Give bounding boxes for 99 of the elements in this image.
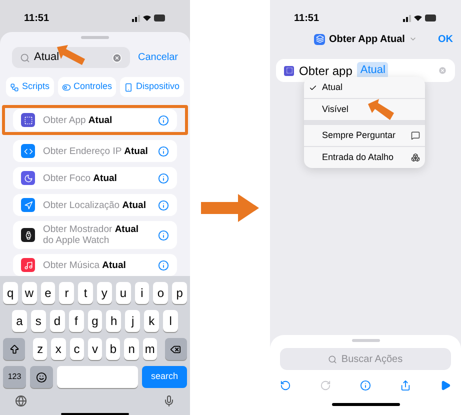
- keyboard-key[interactable]: m: [142, 338, 157, 360]
- action-icon: [21, 113, 35, 127]
- app-icon: [284, 66, 294, 76]
- keyboard-key[interactable]: u: [116, 282, 131, 304]
- status-time: 11:51: [294, 12, 320, 26]
- search-field[interactable]: Atual: [12, 47, 130, 68]
- info-icon[interactable]: [158, 172, 169, 184]
- keyboard-key[interactable]: r: [59, 282, 74, 304]
- check-icon: [309, 84, 317, 92]
- numbers-key[interactable]: 123: [3, 366, 26, 388]
- chip-icon: [62, 82, 71, 92]
- step-arrow: [200, 192, 260, 222]
- action-row[interactable]: Obter Música Atual: [13, 254, 177, 276]
- keyboard-key[interactable]: j: [125, 310, 140, 332]
- action-title: Obter Música Atual: [43, 260, 127, 270]
- action-row[interactable]: Obter Mostrador Atual do Apple Watch: [13, 221, 177, 249]
- status-icons: [403, 14, 437, 22]
- action-title: Obter Localização Atual: [43, 200, 147, 210]
- action-row[interactable]: Obter Endereço IP Atual: [13, 140, 177, 162]
- shift-key[interactable]: [3, 338, 25, 360]
- keyboard-key[interactable]: o: [153, 282, 168, 304]
- home-indicator: [332, 403, 400, 406]
- category-chip[interactable]: Controles: [58, 77, 116, 97]
- menu-item[interactable]: Sempre Perguntar: [304, 125, 425, 146]
- keyboard-key[interactable]: s: [30, 310, 46, 332]
- menu-item[interactable]: Visível: [304, 99, 425, 120]
- shortcut-icon: [314, 34, 326, 44]
- keyboard-key[interactable]: z: [33, 338, 48, 360]
- home-indicator: [61, 413, 129, 415]
- smiley-icon: [36, 372, 47, 382]
- action-row[interactable]: Obter Localização Atual: [13, 194, 177, 216]
- info-icon: [360, 380, 371, 391]
- delete-key[interactable]: [164, 338, 187, 360]
- keyboard-key[interactable]: w: [22, 282, 37, 304]
- keyboard-key[interactable]: f: [68, 310, 84, 332]
- keyboard-key[interactable]: x: [51, 338, 66, 360]
- category-chip[interactable]: Dispositivo: [120, 77, 184, 97]
- info-icon[interactable]: [158, 114, 169, 126]
- action-title: Obter Mostrador Atual do Apple Watch: [43, 224, 140, 246]
- status-icons: [132, 14, 166, 22]
- speech-bubble-icon: [411, 131, 420, 140]
- run-button[interactable]: [440, 380, 451, 391]
- search-text: Atual: [34, 50, 60, 66]
- action-row[interactable]: Obter App Atual: [13, 109, 177, 131]
- action-icon: [21, 198, 35, 212]
- keyboard-key[interactable]: b: [106, 338, 120, 360]
- action-title: Obter App Atual: [43, 114, 114, 126]
- action-title: Obter Endereço IP Atual: [43, 146, 149, 156]
- status-time: 11:51: [24, 12, 50, 26]
- category-chip[interactable]: Scripts: [6, 77, 54, 97]
- info-button[interactable]: [360, 380, 371, 391]
- stack-icon: [411, 153, 420, 162]
- action-icon: [21, 171, 35, 185]
- keyboard-key[interactable]: g: [88, 310, 102, 332]
- share-icon: [400, 380, 411, 391]
- action-title: Obter Foco Atual: [43, 172, 118, 184]
- keyboard-key[interactable]: n: [124, 338, 139, 360]
- menu-item[interactable]: Entrada do Atalho: [304, 147, 425, 168]
- keyboard-key[interactable]: l: [163, 310, 178, 332]
- globe-icon[interactable]: [15, 395, 27, 407]
- info-icon[interactable]: [158, 146, 169, 156]
- keyboard-key[interactable]: t: [78, 282, 93, 304]
- share-button[interactable]: [400, 380, 411, 391]
- run-icon: [440, 380, 451, 391]
- info-icon[interactable]: [158, 230, 169, 240]
- clear-icon[interactable]: [112, 52, 122, 62]
- info-icon[interactable]: [158, 260, 169, 270]
- action-label: Obter app: [299, 62, 352, 80]
- shortcut-title[interactable]: Obter App Atual: [314, 32, 417, 46]
- keyboard-key[interactable]: k: [144, 310, 160, 332]
- chevron-icon: [408, 35, 417, 43]
- backspace-icon: [170, 344, 182, 354]
- keyboard-key[interactable]: c: [70, 338, 84, 360]
- info-icon[interactable]: [158, 200, 169, 210]
- pointer-arrow: [367, 98, 395, 122]
- redo-icon: [320, 380, 331, 391]
- keyboard-key[interactable]: p: [172, 282, 187, 304]
- chip-icon: [10, 82, 19, 92]
- undo-icon: [280, 380, 291, 391]
- emoji-key[interactable]: [30, 366, 53, 388]
- chip-icon: [124, 82, 134, 92]
- action-icon: [21, 258, 35, 272]
- undo-button[interactable]: [280, 380, 291, 391]
- search-key[interactable]: search: [142, 366, 187, 388]
- shift-icon: [8, 344, 20, 354]
- search-icon: [328, 354, 338, 364]
- keyboard-key[interactable]: h: [106, 310, 122, 332]
- keyboard-key[interactable]: a: [12, 310, 27, 332]
- keyboard-key[interactable]: d: [50, 310, 65, 332]
- keyboard-key[interactable]: v: [88, 338, 102, 360]
- microphone-icon[interactable]: [163, 395, 175, 407]
- keyboard-key[interactable]: y: [96, 282, 112, 304]
- keyboard-key[interactable]: q: [3, 282, 18, 304]
- action-row[interactable]: Obter Foco Atual: [13, 167, 177, 189]
- search-icon: [20, 52, 30, 62]
- keyboard-key[interactable]: e: [40, 282, 56, 304]
- keyboard-key[interactable]: i: [134, 282, 150, 304]
- action-icon: [21, 144, 35, 158]
- action-icon: [21, 228, 35, 242]
